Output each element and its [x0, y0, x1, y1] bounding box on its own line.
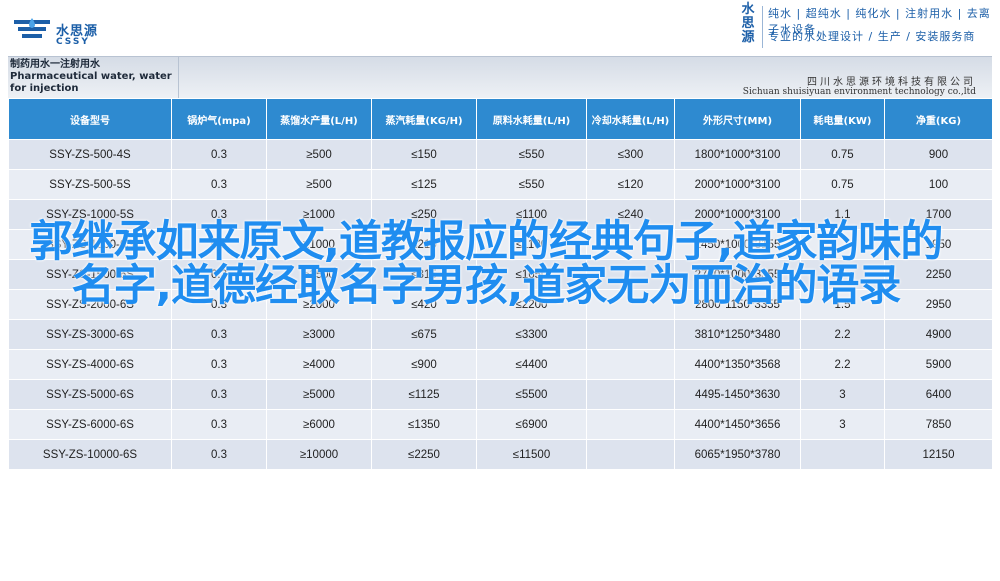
table-cell: 0.3	[171, 319, 267, 350]
table-row: SSY-ZS-3000-6S 0.3 ≥3000 ≤675 ≤3300 3810*1250…	[8, 319, 993, 350]
table-cell: 0.3	[171, 379, 267, 410]
col-header-power: 耗电量(KW)	[800, 98, 885, 140]
table-cell	[586, 319, 675, 350]
product-name: 制药用水一注射用水 Pharmaceutical water, water fo…	[10, 59, 172, 94]
table-cell: 0.3	[171, 139, 267, 170]
table-cell: ≥5000	[266, 379, 372, 410]
table-cell: ≥3000	[266, 319, 372, 350]
service-tagline: 专业的水处理设计 / 生产 / 安装服务商	[768, 30, 976, 43]
col-header-feed-water: 原料水耗量(L/H)	[476, 98, 587, 140]
sheet-title-band: 制药用水一注射用水 Pharmaceutical water, water fo…	[8, 56, 992, 99]
table-cell: 0.3	[171, 439, 267, 470]
table-cell: ≤125	[371, 169, 477, 200]
table-cell	[586, 349, 675, 380]
brand-char: 思	[741, 16, 755, 31]
col-header-distilled-output: 蒸馏水产量(L/H)	[266, 98, 372, 140]
table-cell: ≥4000	[266, 349, 372, 380]
table-row: SSY-ZS-4000-6S 0.3 ≥4000 ≤900 ≤4400 4400*1350…	[8, 349, 993, 380]
table-cell: SSY-ZS-4000-6S	[8, 349, 172, 380]
table-cell: SSY-ZS-3000-6S	[8, 319, 172, 350]
table-cell: ≤1125	[371, 379, 477, 410]
col-header-boiler-pressure: 锅炉气(mpa)	[171, 98, 267, 140]
table-cell: 3	[800, 409, 885, 440]
table-cell: 0.3	[171, 169, 267, 200]
table-cell: ≤150	[371, 139, 477, 170]
table-cell: ≤550	[476, 139, 587, 170]
table-cell: 4400*1450*3656	[674, 409, 801, 440]
col-header-steam-consumption: 蒸汽耗量(KG/H)	[371, 98, 477, 140]
table-cell: 12150	[884, 439, 993, 470]
company-name-en: Sichuan shuisiyuan environment technolog…	[742, 87, 976, 97]
brand-char: 源	[741, 30, 755, 45]
table-row: SSY-ZS-500-4S 0.3 ≥500 ≤150 ≤550 ≤300 1800*100…	[8, 139, 993, 170]
site-header: 水思源 CSSY 水 思 源 纯水 | 超纯水 | 纯化水 | 注射用水 | 去…	[0, 0, 1000, 56]
title-separator	[178, 57, 179, 99]
table-cell: 0.3	[171, 409, 267, 440]
logo-english-name: CSSY	[56, 37, 90, 47]
table-cell: 4495-1450*3630	[674, 379, 801, 410]
table-cell: 0.75	[800, 169, 885, 200]
col-header-dimensions: 外形尺寸(MM)	[674, 98, 801, 140]
col-header-net-weight: 净重(KG)	[884, 98, 993, 140]
table-cell: ≤5500	[476, 379, 587, 410]
table-cell: 2.2	[800, 319, 885, 350]
table-cell: 2000*1000*3100	[674, 169, 801, 200]
col-header-model: 设备型号	[8, 98, 172, 140]
table-cell: ≥6000	[266, 409, 372, 440]
brand-char: 水	[741, 2, 755, 17]
table-cell: ≥500	[266, 139, 372, 170]
table-cell: 4900	[884, 319, 993, 350]
table-cell	[586, 379, 675, 410]
table-cell: 6400	[884, 379, 993, 410]
table-cell: 900	[884, 139, 993, 170]
table-cell: ≥500	[266, 169, 372, 200]
table-cell	[800, 439, 885, 470]
table-cell: 3	[800, 379, 885, 410]
table-cell: SSY-ZS-5000-6S	[8, 379, 172, 410]
table-cell: SSY-ZS-6000-6S	[8, 409, 172, 440]
table-cell: SSY-ZS-500-4S	[8, 139, 172, 170]
col-header-cooling-water: 冷却水耗量(L/H)	[586, 98, 675, 140]
table-cell: 7850	[884, 409, 993, 440]
company-name-cn: 四川水思源环境科技有限公司	[807, 77, 976, 88]
table-cell	[586, 439, 675, 470]
table-cell: 0.75	[800, 139, 885, 170]
table-cell: 1800*1000*3100	[674, 139, 801, 170]
header-divider	[762, 6, 763, 48]
table-cell: 4400*1350*3568	[674, 349, 801, 380]
table-cell: ≤1350	[371, 409, 477, 440]
table-cell: 2.2	[800, 349, 885, 380]
table-cell: 100	[884, 169, 993, 200]
table-cell: ≤300	[586, 139, 675, 170]
table-cell: SSY-ZS-10000-6S	[8, 439, 172, 470]
table-cell	[586, 409, 675, 440]
table-cell: ≤900	[371, 349, 477, 380]
table-header-row: 设备型号 锅炉气(mpa) 蒸馏水产量(L/H) 蒸汽耗量(KG/H) 原料水耗…	[8, 98, 993, 140]
table-row: SSY-ZS-500-5S 0.3 ≥500 ≤125 ≤550 ≤120 2000*100…	[8, 169, 993, 200]
table-cell: ≤675	[371, 319, 477, 350]
table-cell: ≥10000	[266, 439, 372, 470]
table-row: SSY-ZS-5000-6S 0.3 ≥5000 ≤1125 ≤5500 4495-145…	[8, 379, 993, 410]
table-cell: 3810*1250*3480	[674, 319, 801, 350]
table-row: SSY-ZS-10000-6S 0.3 ≥10000 ≤2250 ≤11500 6065*…	[8, 439, 993, 470]
table-cell: ≤550	[476, 169, 587, 200]
table-cell: 0.3	[171, 349, 267, 380]
table-cell: ≤4400	[476, 349, 587, 380]
table-cell: 5900	[884, 349, 993, 380]
table-row: SSY-ZS-6000-6S 0.3 ≥6000 ≤1350 ≤6900 4400*145…	[8, 409, 993, 440]
table-cell: 6065*1950*3780	[674, 439, 801, 470]
table-cell: ≤11500	[476, 439, 587, 470]
table-cell: ≤6900	[476, 409, 587, 440]
article-overlay-title: 郭继承如来原文,道教报应的经典句子,道家韵味的名字,道德经取名字男孩,道家无为而…	[29, 217, 944, 311]
table-cell: ≤120	[586, 169, 675, 200]
brand-vertical-text: 水 思 源	[738, 3, 758, 45]
table-cell: ≤2250	[371, 439, 477, 470]
table-cell: SSY-ZS-500-5S	[8, 169, 172, 200]
water-drop-logo-icon	[14, 18, 50, 38]
table-cell: ≤3300	[476, 319, 587, 350]
